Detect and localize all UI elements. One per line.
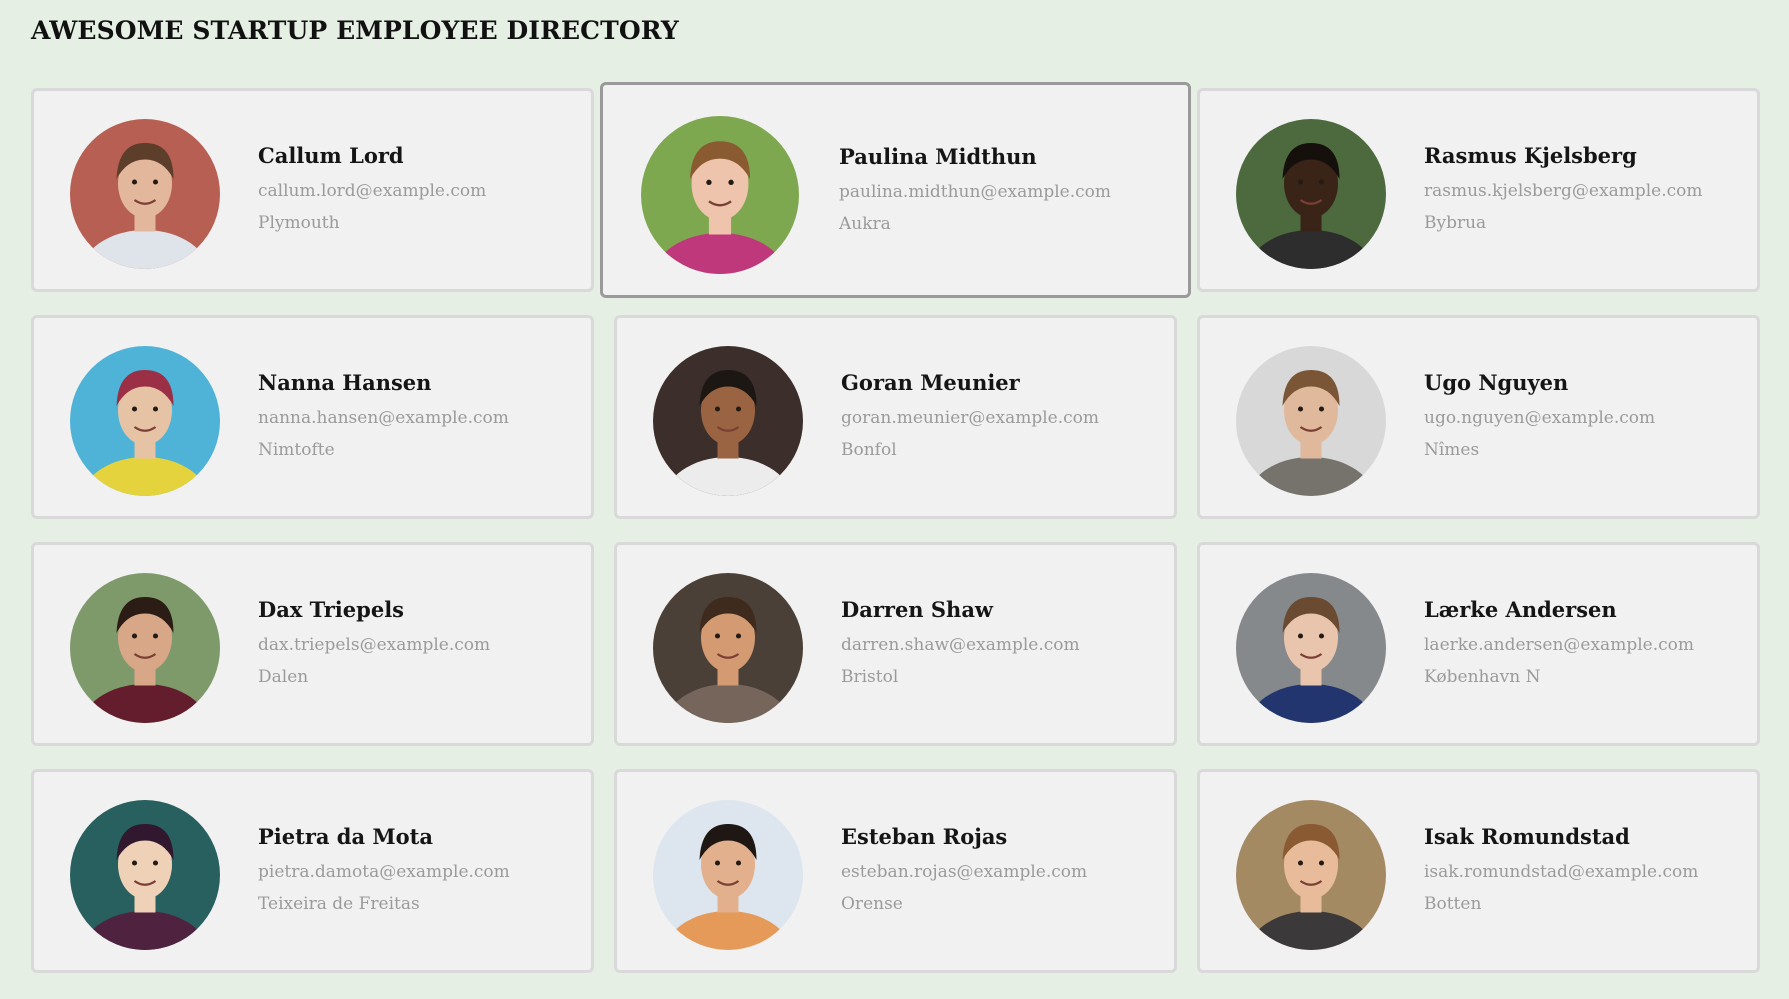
employee-info: Dax Triepels dax.triepels@example.com Dale… — [258, 597, 490, 687]
page-title: AWESOME STARTUP EMPLOYEE DIRECTORY — [31, 16, 679, 45]
employee-name: Esteban Rojas — [841, 824, 1008, 849]
employee-card[interactable]: Rasmus Kjelsberg rasmus.kjelsberg@example… — [1197, 88, 1760, 292]
employee-email: ugo.nguyen@example.com — [1424, 408, 1656, 428]
employee-grid: Callum Lord callum.lord@example.com Plymou… — [31, 82, 1760, 973]
employee-name: Isak Romundstad — [1424, 824, 1630, 849]
employee-email: isak.romundstad@example.com — [1424, 862, 1699, 882]
employee-card[interactable]: Isak Romundstad isak.romundstad@example.c… — [1197, 769, 1760, 973]
avatar-photo-icon — [1236, 800, 1386, 950]
avatar — [70, 573, 220, 723]
employee-city: Aukra — [839, 214, 891, 234]
employee-city: Bonfol — [841, 440, 897, 460]
employee-info: Lærke Andersen laerke.andersen@example.co… — [1424, 597, 1694, 687]
employee-name: Lærke Andersen — [1424, 597, 1617, 622]
avatar-photo-icon — [1236, 119, 1386, 269]
avatar-photo-icon — [1236, 346, 1386, 496]
avatar — [70, 119, 220, 269]
employee-card[interactable]: Darren Shaw darren.shaw@example.com Bristo… — [614, 542, 1177, 746]
avatar — [1236, 800, 1386, 950]
employee-email: laerke.andersen@example.com — [1424, 635, 1694, 655]
avatar-photo-icon — [70, 119, 220, 269]
employee-city: Teixeira de Freitas — [258, 894, 420, 914]
employee-card[interactable]: Callum Lord callum.lord@example.com Plymou… — [31, 88, 594, 292]
employee-name: Darren Shaw — [841, 597, 994, 622]
employee-card[interactable]: Paulina Midthun paulina.midthun@example.c… — [600, 82, 1191, 298]
avatar-photo-icon — [653, 800, 803, 950]
employee-name: Paulina Midthun — [839, 144, 1037, 169]
employee-card[interactable]: Ugo Nguyen ugo.nguyen@example.com Nîmes — [1197, 315, 1760, 519]
employee-email: paulina.midthun@example.com — [839, 182, 1112, 202]
employee-name: Goran Meunier — [841, 370, 1020, 395]
employee-card[interactable]: Lærke Andersen laerke.andersen@example.co… — [1197, 542, 1760, 746]
avatar — [1236, 119, 1386, 269]
employee-city: Nimtofte — [258, 440, 335, 460]
avatar — [70, 800, 220, 950]
avatar-photo-icon — [70, 346, 220, 496]
employee-email: pietra.damota@example.com — [258, 862, 510, 882]
employee-card[interactable]: Esteban Rojas esteban.rojas@example.com Or… — [614, 769, 1177, 973]
avatar-photo-icon — [1236, 573, 1386, 723]
employee-city: København N — [1424, 667, 1541, 687]
avatar — [70, 346, 220, 496]
employee-info: Rasmus Kjelsberg rasmus.kjelsberg@example… — [1424, 143, 1703, 233]
avatar — [653, 346, 803, 496]
avatar — [653, 573, 803, 723]
employee-info: Paulina Midthun paulina.midthun@example.c… — [839, 144, 1111, 234]
employee-email: dax.triepels@example.com — [258, 635, 491, 655]
employee-card[interactable]: Nanna Hansen nanna.hansen@example.com Nimt… — [31, 315, 594, 519]
avatar-photo-icon — [70, 800, 220, 950]
employee-city: Dalen — [258, 667, 309, 687]
employee-name: Nanna Hansen — [258, 370, 432, 395]
employee-city: Nîmes — [1424, 440, 1480, 460]
avatar-photo-icon — [653, 573, 803, 723]
employee-card[interactable]: Dax Triepels dax.triepels@example.com Dale… — [31, 542, 594, 746]
employee-info: Ugo Nguyen ugo.nguyen@example.com Nîmes — [1424, 370, 1655, 460]
employee-name: Dax Triepels — [258, 597, 404, 622]
employee-card[interactable]: Pietra da Mota pietra.damota@example.com T… — [31, 769, 594, 973]
employee-info: Callum Lord callum.lord@example.com Plymou… — [258, 143, 486, 233]
avatar-photo-icon — [70, 573, 220, 723]
avatar-photo-icon — [653, 346, 803, 496]
avatar — [653, 800, 803, 950]
employee-email: nanna.hansen@example.com — [258, 408, 509, 428]
employee-city: Bristol — [841, 667, 899, 687]
employee-info: Darren Shaw darren.shaw@example.com Bristo… — [841, 597, 1080, 687]
employee-name: Rasmus Kjelsberg — [1424, 143, 1637, 168]
employee-city: Orense — [841, 894, 903, 914]
employee-email: goran.meunier@example.com — [841, 408, 1099, 428]
avatar — [641, 116, 799, 274]
avatar-photo-icon — [641, 116, 799, 274]
employee-email: callum.lord@example.com — [258, 181, 487, 201]
employee-email: rasmus.kjelsberg@example.com — [1424, 181, 1703, 201]
employee-name: Ugo Nguyen — [1424, 370, 1569, 395]
employee-name: Callum Lord — [258, 143, 404, 168]
employee-info: Goran Meunier goran.meunier@example.com Bo… — [841, 370, 1099, 460]
avatar — [1236, 346, 1386, 496]
employee-info: Esteban Rojas esteban.rojas@example.com Or… — [841, 824, 1087, 914]
employee-city: Plymouth — [258, 213, 340, 233]
employee-card[interactable]: Goran Meunier goran.meunier@example.com Bo… — [614, 315, 1177, 519]
employee-info: Nanna Hansen nanna.hansen@example.com Nimt… — [258, 370, 509, 460]
employee-info: Isak Romundstad isak.romundstad@example.c… — [1424, 824, 1698, 914]
employee-email: esteban.rojas@example.com — [841, 862, 1088, 882]
employee-city: Botten — [1424, 894, 1482, 914]
employee-info: Pietra da Mota pietra.damota@example.com T… — [258, 824, 510, 914]
avatar — [1236, 573, 1386, 723]
employee-name: Pietra da Mota — [258, 824, 433, 849]
employee-city: Bybrua — [1424, 213, 1487, 233]
employee-email: darren.shaw@example.com — [841, 635, 1080, 655]
